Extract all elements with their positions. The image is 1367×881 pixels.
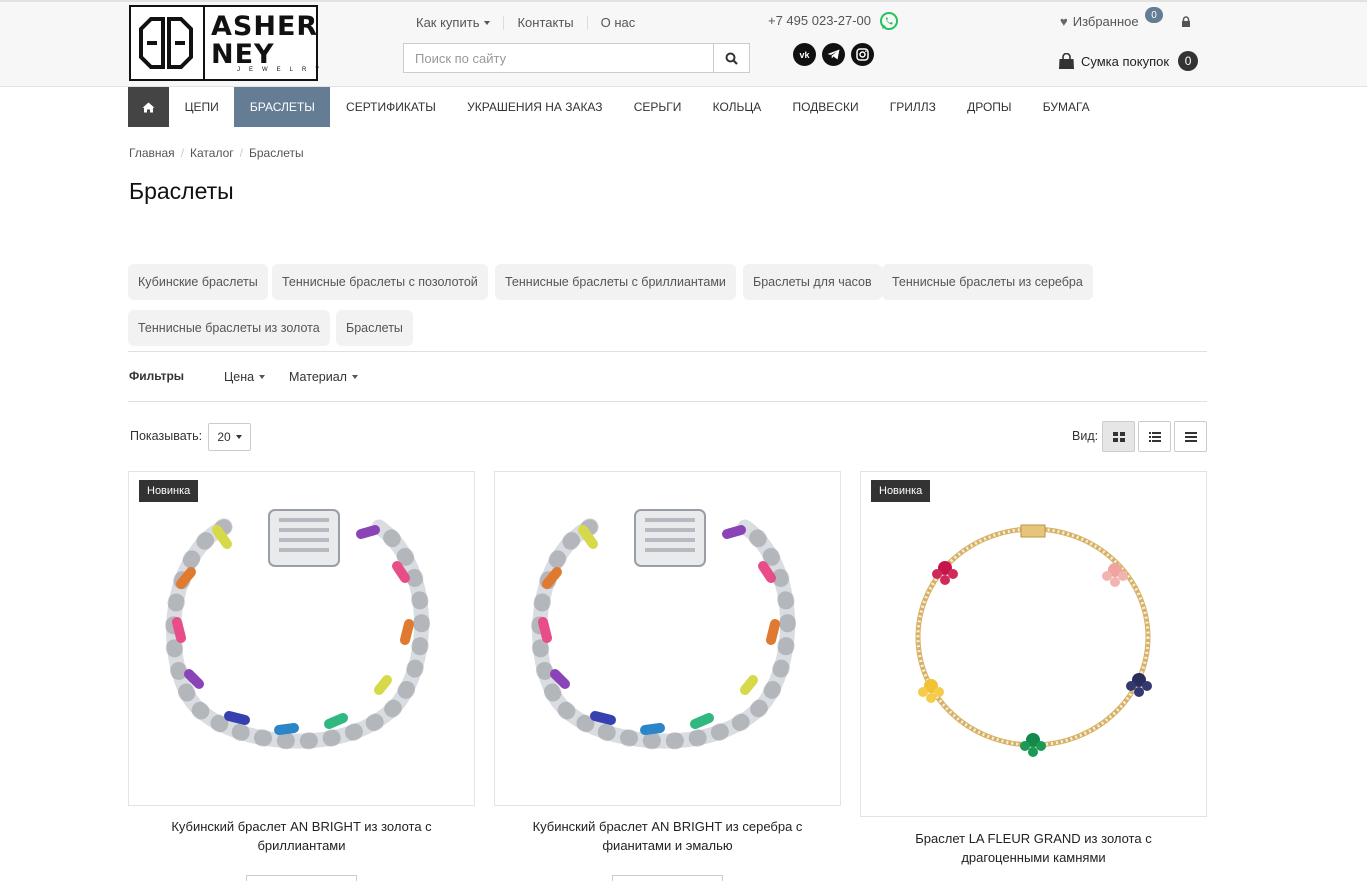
telegram-plane-icon <box>827 49 840 60</box>
product-name[interactable]: Кубинский браслет AN BRIGHT из серебра с… <box>494 817 841 855</box>
logo-word-jewelry: JEWELRY <box>237 67 329 73</box>
show-count-value: 20 <box>217 430 231 444</box>
subcategory-chip[interactable]: Теннисные браслеты с бриллиантами <box>495 264 736 300</box>
lock-icon[interactable] <box>1181 16 1191 27</box>
view-mode-label: Вид: <box>1072 429 1099 443</box>
nav-item-rings[interactable]: Кольца <box>697 87 777 127</box>
material-filter-dropdown[interactable]: Материал <box>289 370 358 384</box>
chevron-down-icon <box>351 375 358 379</box>
subcategory-chip[interactable]: Теннисные браслеты с позолотой <box>272 264 488 300</box>
show-count-label: Показывать: <box>130 429 203 443</box>
search-button[interactable] <box>713 44 749 72</box>
home-icon <box>142 102 155 112</box>
shopping-bag-icon <box>1059 52 1074 69</box>
social-links: vk <box>793 43 874 66</box>
link-separator <box>503 15 505 30</box>
link-separator <box>586 15 588 30</box>
subcategory-chip[interactable]: Теннисные браслеты из серебра <box>882 264 1093 300</box>
product-image[interactable]: Новинка <box>128 471 475 806</box>
view-grid-button[interactable] <box>1102 421 1135 452</box>
product-image[interactable] <box>494 471 841 806</box>
breadcrumb-separator: / <box>239 146 243 160</box>
nav-item-chains[interactable]: Цепи <box>169 87 234 127</box>
search-form <box>403 43 750 73</box>
logo-mark-icon <box>139 17 193 69</box>
price-filter-dropdown[interactable]: Цена <box>224 370 266 384</box>
vk-icon[interactable]: vk <box>793 43 816 66</box>
show-count-select[interactable]: 20 <box>208 423 251 451</box>
cart-link[interactable]: Сумка покупок 0 <box>1058 51 1199 71</box>
cart-label: Сумка покупок <box>1081 53 1170 69</box>
cuban-bracelet-silver-image <box>531 509 796 750</box>
nav-item-pendants[interactable]: Подвески <box>777 87 874 127</box>
price-filter-label: Цена <box>224 370 255 384</box>
nav-item-paper[interactable]: Бумага <box>1027 87 1105 127</box>
material-filter-label: Материал <box>289 370 347 384</box>
nav-item-drops[interactable]: Дропы <box>952 87 1028 127</box>
phone-number[interactable]: +7 495 023-27-00 <box>768 13 871 28</box>
nav-item-certificates[interactable]: Сертификаты <box>330 87 451 127</box>
nav-item-custom[interactable]: Украшения на заказ <box>451 87 618 127</box>
whatsapp-icon[interactable] <box>879 11 899 31</box>
instagram-icon[interactable] <box>851 43 874 66</box>
product-card[interactable]: Кубинский браслет AN BRIGHT из серебра с… <box>494 471 841 881</box>
instagram-glyph-icon <box>856 48 869 61</box>
la-fleur-bracelet-image <box>915 524 1152 757</box>
contacts-link[interactable]: Контакты <box>517 15 573 30</box>
about-link[interactable]: О нас <box>601 15 636 30</box>
filters-label: Фильтры <box>129 369 185 383</box>
subcategory-chip[interactable]: Теннисные браслеты из золота <box>128 310 330 346</box>
top-links: Как купить Контакты О нас <box>416 15 635 30</box>
page-title: Браслеты <box>129 178 234 204</box>
breadcrumb-catalog[interactable]: Каталог <box>190 146 234 160</box>
subcategory-chip[interactable]: Кубинские браслеты <box>128 264 268 300</box>
product-button-edge[interactable] <box>612 875 723 881</box>
new-badge: Новинка <box>871 480 931 502</box>
product-image[interactable]: Новинка <box>860 471 1207 817</box>
list-icon <box>1148 431 1161 442</box>
favorites-label: Избранное <box>1072 14 1139 29</box>
cuban-bracelet-gold-image <box>165 509 430 750</box>
chevron-down-icon <box>484 20 491 25</box>
nav-item-earrings[interactable]: Серьги <box>618 87 697 127</box>
flower-stones <box>918 561 1152 757</box>
nav-item-bracelets[interactable]: Браслеты <box>234 87 331 127</box>
new-badge: Новинка <box>139 480 199 502</box>
search-icon <box>725 52 738 65</box>
divider <box>128 351 1207 352</box>
how-to-buy-label: Как купить <box>416 15 480 30</box>
favorites-count-badge: 0 <box>1145 7 1163 23</box>
table-rows-icon <box>1184 431 1197 442</box>
heart-icon: ♥ <box>1060 14 1068 29</box>
view-list-button[interactable] <box>1138 421 1171 452</box>
logo-word-asher: ASHER <box>211 11 319 42</box>
product-name[interactable]: Кубинский браслет AN BRIGHT из золота с … <box>128 817 475 855</box>
chevron-down-icon <box>259 375 266 379</box>
view-table-button[interactable] <box>1174 421 1207 452</box>
cart-count-badge: 0 <box>1178 51 1199 71</box>
nav-item-grillz[interactable]: Гриллз <box>874 87 951 127</box>
grid-icon <box>1112 431 1125 442</box>
nav-home[interactable] <box>128 87 169 127</box>
chevron-down-icon <box>235 435 242 439</box>
logo-word-ney: NEY <box>211 39 275 70</box>
product-card[interactable]: Новинка Кубинский браслет AN BRIGHT из з… <box>128 471 475 881</box>
product-button-edge[interactable] <box>246 875 357 881</box>
main-nav: Цепи Браслеты Сертификаты Украшения на з… <box>128 87 1105 127</box>
divider <box>128 401 1207 402</box>
subcategory-chip[interactable]: Браслеты для часов <box>743 264 882 300</box>
site-logo[interactable]: ASHER NEY JEWELRY <box>129 5 319 81</box>
telegram-icon[interactable] <box>822 43 845 66</box>
subcategory-chip[interactable]: Браслеты <box>336 310 413 346</box>
breadcrumb-separator: / <box>180 146 185 160</box>
breadcrumb-current: Браслеты <box>249 146 304 160</box>
product-name[interactable]: Браслет LA FLEUR GRAND из золота с драго… <box>860 829 1207 867</box>
how-to-buy-link[interactable]: Как купить <box>416 15 491 30</box>
search-input[interactable] <box>404 44 713 72</box>
logo-divider <box>203 7 205 79</box>
product-card[interactable]: Новинка Браслет LA FLEUR GRAND из золота… <box>860 471 1207 881</box>
breadcrumb: Главная / Каталог / Браслеты <box>129 146 304 160</box>
breadcrumb-home[interactable]: Главная <box>129 146 175 160</box>
favorites-link[interactable]: ♥ Избранное 0 <box>1060 7 1163 29</box>
